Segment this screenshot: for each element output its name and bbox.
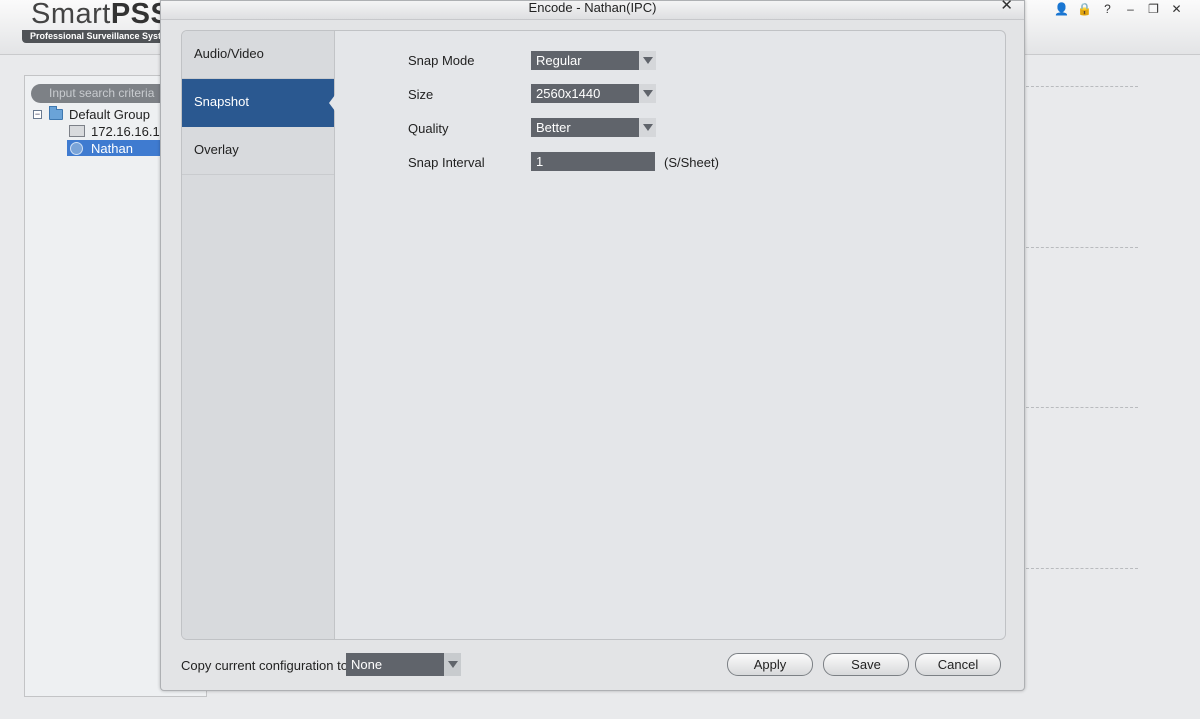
window-controls: 👤 🔒 ? – ❐ ✕ xyxy=(1050,1,1188,17)
chevron-down-icon[interactable] xyxy=(639,51,656,70)
divider xyxy=(1026,86,1138,87)
device-icon xyxy=(69,125,85,137)
close-icon[interactable]: ✕ xyxy=(1000,0,1013,13)
snap-interval-input[interactable] xyxy=(531,152,655,171)
logo-subtitle: Professional Surveillance System xyxy=(22,30,172,43)
app-logo: SmartPSS xyxy=(31,0,170,31)
copy-config-value: None xyxy=(351,657,383,672)
size-select[interactable]: 2560x1440 xyxy=(531,84,656,103)
chevron-down-icon[interactable] xyxy=(639,84,656,103)
tree-group-row[interactable]: − Default Group xyxy=(33,105,150,122)
encode-dialog: Encode - Nathan(IPC) ✕ Audio/Video Snaps… xyxy=(160,0,1025,691)
dialog-title: Encode - Nathan(IPC) xyxy=(528,0,657,15)
help-icon[interactable]: ? xyxy=(1096,1,1119,17)
cancel-button[interactable]: Cancel xyxy=(915,653,1001,676)
tree-device-row[interactable]: 172.16.16.17 xyxy=(69,123,167,139)
user-icon[interactable]: 👤 xyxy=(1050,1,1073,17)
restore-icon[interactable]: ❐ xyxy=(1142,1,1165,17)
divider xyxy=(1026,247,1138,248)
copy-config-select[interactable]: None xyxy=(346,653,461,676)
quality-value: Better xyxy=(536,120,571,135)
minimize-icon[interactable]: – xyxy=(1119,1,1142,17)
size-value: 2560x1440 xyxy=(536,86,601,101)
snap-interval-unit: (S/Sheet) xyxy=(664,155,719,170)
snap-mode-label: Snap Mode xyxy=(408,53,475,68)
settings-menu: Audio/Video Snapshot Overlay xyxy=(182,31,335,639)
collapse-icon[interactable]: − xyxy=(33,109,42,119)
lock-icon[interactable]: 🔒 xyxy=(1073,1,1096,17)
divider xyxy=(1026,407,1138,408)
close-icon[interactable]: ✕ xyxy=(1165,1,1188,17)
menu-item-overlay[interactable]: Overlay xyxy=(182,127,334,175)
tree-camera-row[interactable]: Nathan xyxy=(67,140,163,156)
divider xyxy=(1026,568,1138,569)
save-button[interactable]: Save xyxy=(823,653,909,676)
device-label: 172.16.16.17 xyxy=(91,123,167,139)
snap-mode-select[interactable]: Regular xyxy=(531,51,656,70)
menu-item-audio-video[interactable]: Audio/Video xyxy=(182,31,334,79)
dialog-title-bar: Encode - Nathan(IPC) ✕ xyxy=(161,0,1024,20)
quality-label: Quality xyxy=(408,121,449,136)
search-input[interactable]: Input search criteria xyxy=(31,84,181,103)
menu-item-snapshot[interactable]: Snapshot xyxy=(182,79,335,127)
snap-mode-value: Regular xyxy=(536,53,582,68)
size-label: Size xyxy=(408,87,434,102)
chevron-down-icon[interactable] xyxy=(444,653,461,676)
chevron-down-icon[interactable] xyxy=(639,118,656,137)
copy-config-label: Copy current configuration to xyxy=(181,658,348,673)
logo-light: Smart xyxy=(31,0,111,30)
snap-interval-label: Snap Interval xyxy=(408,155,485,170)
camera-label: Nathan xyxy=(91,140,133,156)
folder-icon xyxy=(49,105,63,120)
quality-select[interactable]: Better xyxy=(531,118,656,137)
group-label: Default Group xyxy=(69,106,150,122)
camera-icon xyxy=(70,141,83,155)
dialog-body: Audio/Video Snapshot Overlay Snap Mode R… xyxy=(181,30,1006,640)
apply-button[interactable]: Apply xyxy=(727,653,813,676)
